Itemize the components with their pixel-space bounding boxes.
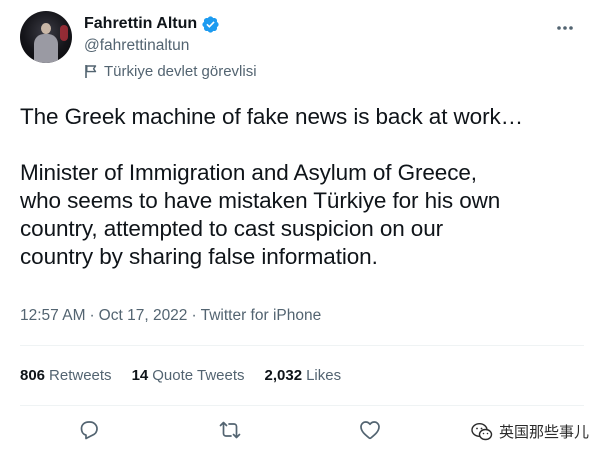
user-handle[interactable]: @fahrettinaltun [84, 37, 257, 57]
tweet-source[interactable]: Twitter for iPhone [201, 307, 322, 325]
wechat-icon [471, 422, 493, 440]
divider [20, 345, 584, 346]
account-label: Türkiye devlet görevlisi [84, 63, 257, 80]
quote-tweets-count: 14 [131, 367, 149, 384]
account-label-text: Türkiye devlet görevlisi [104, 63, 257, 80]
more-options-icon[interactable] [554, 17, 576, 39]
divider [20, 405, 584, 406]
likes-stat[interactable]: 2,032 Likes [265, 367, 342, 384]
retweets-stat[interactable]: 806 Retweets [20, 367, 112, 384]
verified-badge-icon [201, 15, 220, 34]
watermark: 英国那些事儿 [471, 421, 589, 442]
display-name[interactable]: Fahrettin Altun [84, 15, 197, 33]
meta-separator: · [191, 307, 197, 324]
avatar-background-light [60, 25, 68, 41]
tweet-date[interactable]: Oct 17, 2022 [99, 307, 188, 325]
tweet-time[interactable]: 12:57 AM [20, 307, 86, 325]
flag-icon [85, 65, 97, 78]
watermark-text: 英国那些事儿 [499, 424, 590, 441]
meta-separator: · [89, 307, 95, 324]
retweet-button[interactable] [218, 418, 242, 442]
tweet-paragraph: Minister of Immigration and Asylum of Gr… [20, 160, 501, 269]
avatar-figure-head [41, 23, 51, 34]
quote-tweets-stat[interactable]: 14 Quote Tweets [132, 367, 245, 384]
like-icon [360, 421, 380, 440]
retweets-count: 806 [20, 367, 46, 384]
retweets-label: Retweets [49, 367, 112, 384]
reply-icon [80, 421, 98, 440]
engagement-stats: 806 Retweets 14 Quote Tweets 2,032 Likes [20, 367, 361, 384]
reply-button[interactable] [77, 418, 101, 442]
tweet-card: Fahrettin Altun @fahrettinaltun Türkiye … [0, 0, 596, 457]
avatar[interactable] [20, 11, 72, 63]
quote-tweets-label: Quote Tweets [152, 367, 245, 384]
retweet-icon [219, 421, 241, 439]
likes-count: 2,032 [264, 367, 303, 384]
name-row: Fahrettin Altun [84, 13, 257, 35]
tweet-metadata: 12:57 AM · Oct 17, 2022 · Twitter for iP… [20, 307, 321, 325]
tweet-paragraph: The Greek machine of fake news is back a… [20, 104, 524, 129]
user-info: Fahrettin Altun @fahrettinaltun Türkiye … [84, 13, 257, 80]
like-button[interactable] [358, 418, 382, 442]
likes-label: Likes [306, 367, 342, 384]
tweet-text: The Greek machine of fake news is back a… [20, 103, 580, 271]
avatar-figure-body [34, 34, 58, 63]
tweet-header: Fahrettin Altun @fahrettinaltun Türkiye … [20, 11, 576, 81]
